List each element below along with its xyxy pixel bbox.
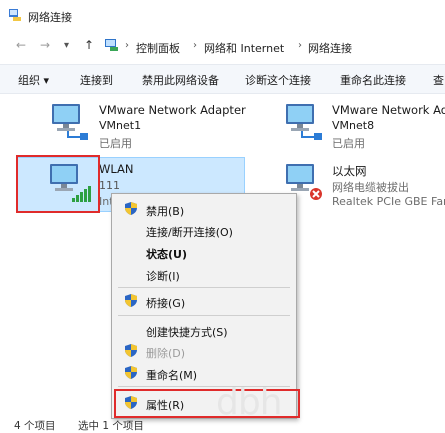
- menu-item-delete: 删除(D): [146, 347, 186, 360]
- connection-name: VMware Network Ad: [332, 103, 445, 117]
- connection-status: Realtek PCIe GBE Far: [332, 195, 445, 208]
- control-panel-icon: [105, 39, 118, 51]
- recent-locations-chevron-down-icon[interactable]: ▾: [64, 40, 69, 51]
- connection-name: VMware Network Adapter: [99, 103, 246, 117]
- uac-shield-icon: [125, 294, 137, 307]
- breadcrumb-control-panel[interactable]: 控制面板: [136, 40, 180, 56]
- window-title: 网络连接: [28, 11, 72, 24]
- connection-name: WLAN: [99, 162, 134, 176]
- connection-status: 已启用: [332, 137, 365, 150]
- watermark: dbh: [216, 382, 283, 423]
- forward-arrow-icon[interactable]: →: [40, 38, 50, 52]
- disable-device-button[interactable]: 禁用此网络设备: [142, 72, 219, 88]
- connection-network: VMnet8: [332, 119, 375, 132]
- wlan-highlight-box: [16, 155, 100, 213]
- connection-network: VMnet1: [99, 119, 142, 132]
- breadcrumb-network-internet[interactable]: 网络和 Internet: [204, 40, 284, 56]
- connection-network: 网络电缆被拔出: [332, 181, 409, 194]
- menu-item-diagnose[interactable]: 诊断(I): [146, 268, 180, 284]
- menu-item-status[interactable]: 状态(U): [146, 246, 187, 262]
- back-arrow-icon[interactable]: ←: [16, 38, 26, 52]
- connection-name: 以太网: [332, 164, 367, 178]
- menu-separator: [118, 287, 290, 288]
- menu-item-connect-disconnect[interactable]: 连接/断开连接(O): [146, 224, 233, 240]
- menu-separator: [118, 315, 290, 316]
- network-adapter-icon: [286, 104, 322, 140]
- uac-shield-icon: [125, 344, 137, 357]
- diagnose-connection-button[interactable]: 诊断这个连接: [245, 72, 311, 88]
- connect-to-button[interactable]: 连接到: [80, 72, 113, 88]
- organize-button[interactable]: 组织 ▾: [18, 72, 49, 88]
- network-connections-icon: [9, 9, 21, 21]
- menu-item-disable[interactable]: 禁用(B): [146, 203, 184, 219]
- uac-shield-icon: [125, 366, 137, 379]
- menu-item-create-shortcut[interactable]: 创建快捷方式(S): [146, 324, 228, 340]
- up-arrow-icon[interactable]: ↑: [84, 38, 94, 52]
- menu-item-bridge[interactable]: 桥接(G): [146, 295, 185, 311]
- menu-item-rename[interactable]: 重命名(M): [146, 367, 197, 383]
- breadcrumb-network-connections[interactable]: 网络连接: [308, 40, 352, 56]
- view-status-button[interactable]: 查: [433, 72, 444, 88]
- connection-status: 已启用: [99, 137, 132, 150]
- connection-network: 111: [99, 179, 120, 192]
- network-adapter-icon: [52, 104, 88, 140]
- rename-connection-button[interactable]: 重命名此连接: [340, 72, 406, 88]
- uac-shield-icon: [125, 202, 137, 215]
